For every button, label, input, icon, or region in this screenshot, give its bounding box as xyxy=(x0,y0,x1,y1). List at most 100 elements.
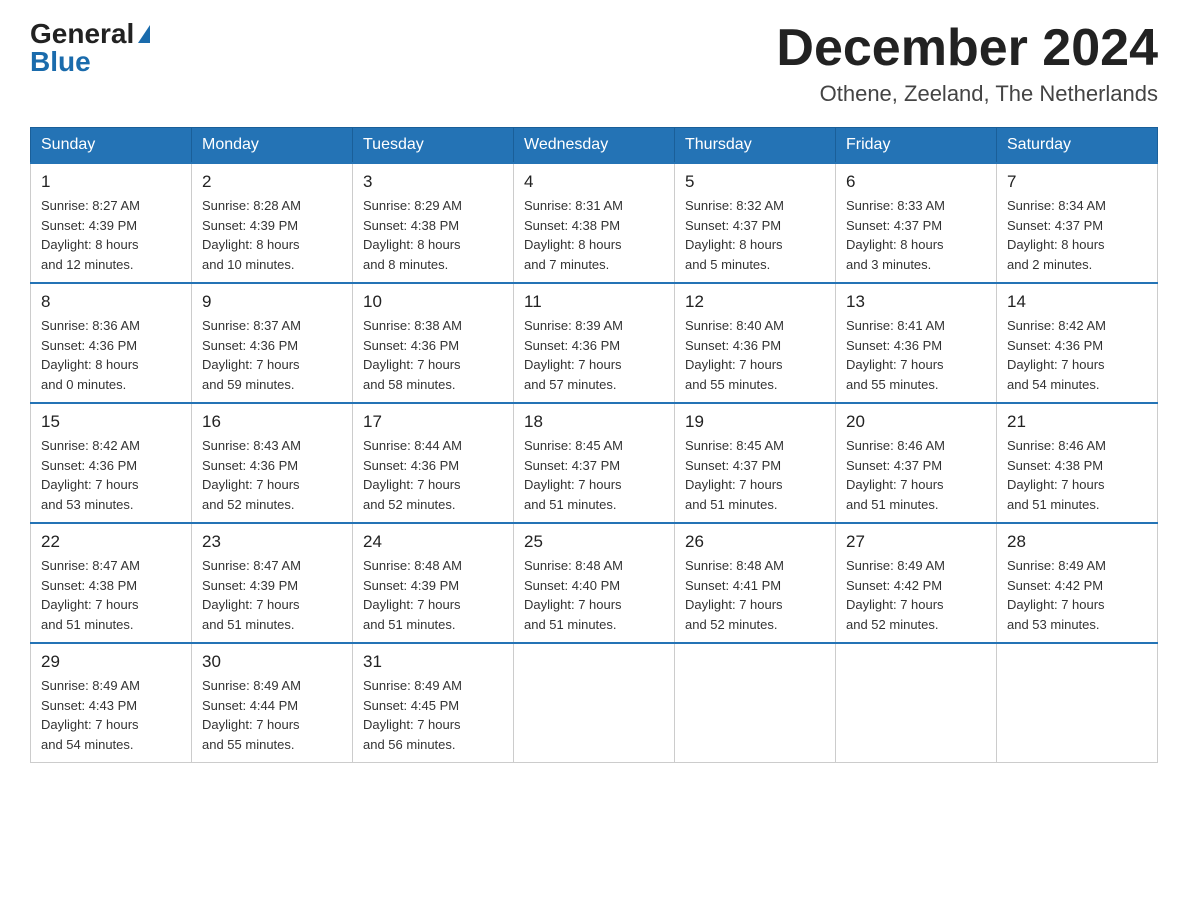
day-info: Sunrise: 8:46 AMSunset: 4:38 PMDaylight:… xyxy=(1007,436,1147,514)
calendar-cell: 3 Sunrise: 8:29 AMSunset: 4:38 PMDayligh… xyxy=(353,163,514,283)
calendar-table: SundayMondayTuesdayWednesdayThursdayFrid… xyxy=(30,127,1158,763)
day-info: Sunrise: 8:49 AMSunset: 4:44 PMDaylight:… xyxy=(202,676,342,754)
column-header-thursday: Thursday xyxy=(675,128,836,164)
day-info: Sunrise: 8:47 AMSunset: 4:39 PMDaylight:… xyxy=(202,556,342,634)
day-number: 16 xyxy=(202,412,342,432)
day-number: 15 xyxy=(41,412,181,432)
calendar-cell: 23 Sunrise: 8:47 AMSunset: 4:39 PMDaylig… xyxy=(192,523,353,643)
day-info: Sunrise: 8:39 AMSunset: 4:36 PMDaylight:… xyxy=(524,316,664,394)
calendar-title: December 2024 xyxy=(776,20,1158,77)
day-info: Sunrise: 8:38 AMSunset: 4:36 PMDaylight:… xyxy=(363,316,503,394)
week-row-4: 22 Sunrise: 8:47 AMSunset: 4:38 PMDaylig… xyxy=(31,523,1158,643)
day-info: Sunrise: 8:49 AMSunset: 4:45 PMDaylight:… xyxy=(363,676,503,754)
day-number: 8 xyxy=(41,292,181,312)
day-number: 30 xyxy=(202,652,342,672)
week-row-3: 15 Sunrise: 8:42 AMSunset: 4:36 PMDaylig… xyxy=(31,403,1158,523)
day-number: 22 xyxy=(41,532,181,552)
calendar-cell xyxy=(675,643,836,763)
calendar-cell: 30 Sunrise: 8:49 AMSunset: 4:44 PMDaylig… xyxy=(192,643,353,763)
day-number: 17 xyxy=(363,412,503,432)
calendar-cell: 22 Sunrise: 8:47 AMSunset: 4:38 PMDaylig… xyxy=(31,523,192,643)
calendar-cell: 25 Sunrise: 8:48 AMSunset: 4:40 PMDaylig… xyxy=(514,523,675,643)
day-info: Sunrise: 8:37 AMSunset: 4:36 PMDaylight:… xyxy=(202,316,342,394)
day-number: 6 xyxy=(846,172,986,192)
header-row: SundayMondayTuesdayWednesdayThursdayFrid… xyxy=(31,128,1158,164)
day-number: 12 xyxy=(685,292,825,312)
column-header-monday: Monday xyxy=(192,128,353,164)
column-header-sunday: Sunday xyxy=(31,128,192,164)
day-info: Sunrise: 8:36 AMSunset: 4:36 PMDaylight:… xyxy=(41,316,181,394)
week-row-5: 29 Sunrise: 8:49 AMSunset: 4:43 PMDaylig… xyxy=(31,643,1158,763)
day-number: 1 xyxy=(41,172,181,192)
calendar-cell: 26 Sunrise: 8:48 AMSunset: 4:41 PMDaylig… xyxy=(675,523,836,643)
day-info: Sunrise: 8:48 AMSunset: 4:40 PMDaylight:… xyxy=(524,556,664,634)
day-number: 13 xyxy=(846,292,986,312)
day-number: 14 xyxy=(1007,292,1147,312)
calendar-cell: 1 Sunrise: 8:27 AMSunset: 4:39 PMDayligh… xyxy=(31,163,192,283)
calendar-cell: 10 Sunrise: 8:38 AMSunset: 4:36 PMDaylig… xyxy=(353,283,514,403)
day-number: 7 xyxy=(1007,172,1147,192)
day-number: 9 xyxy=(202,292,342,312)
page-header: General Blue December 2024 Othene, Zeela… xyxy=(30,20,1158,107)
day-info: Sunrise: 8:45 AMSunset: 4:37 PMDaylight:… xyxy=(524,436,664,514)
calendar-cell: 14 Sunrise: 8:42 AMSunset: 4:36 PMDaylig… xyxy=(997,283,1158,403)
column-header-friday: Friday xyxy=(836,128,997,164)
day-info: Sunrise: 8:42 AMSunset: 4:36 PMDaylight:… xyxy=(41,436,181,514)
day-number: 18 xyxy=(524,412,664,432)
logo-triangle-icon xyxy=(138,25,150,43)
calendar-cell xyxy=(836,643,997,763)
calendar-cell: 31 Sunrise: 8:49 AMSunset: 4:45 PMDaylig… xyxy=(353,643,514,763)
day-number: 5 xyxy=(685,172,825,192)
column-header-saturday: Saturday xyxy=(997,128,1158,164)
day-info: Sunrise: 8:33 AMSunset: 4:37 PMDaylight:… xyxy=(846,196,986,274)
calendar-cell: 27 Sunrise: 8:49 AMSunset: 4:42 PMDaylig… xyxy=(836,523,997,643)
calendar-cell: 9 Sunrise: 8:37 AMSunset: 4:36 PMDayligh… xyxy=(192,283,353,403)
day-number: 20 xyxy=(846,412,986,432)
title-block: December 2024 Othene, Zeeland, The Nethe… xyxy=(776,20,1158,107)
day-info: Sunrise: 8:47 AMSunset: 4:38 PMDaylight:… xyxy=(41,556,181,634)
day-number: 3 xyxy=(363,172,503,192)
calendar-cell: 8 Sunrise: 8:36 AMSunset: 4:36 PMDayligh… xyxy=(31,283,192,403)
calendar-cell: 16 Sunrise: 8:43 AMSunset: 4:36 PMDaylig… xyxy=(192,403,353,523)
day-number: 29 xyxy=(41,652,181,672)
day-number: 2 xyxy=(202,172,342,192)
calendar-cell: 19 Sunrise: 8:45 AMSunset: 4:37 PMDaylig… xyxy=(675,403,836,523)
day-number: 31 xyxy=(363,652,503,672)
column-header-tuesday: Tuesday xyxy=(353,128,514,164)
calendar-cell: 17 Sunrise: 8:44 AMSunset: 4:36 PMDaylig… xyxy=(353,403,514,523)
day-number: 26 xyxy=(685,532,825,552)
day-info: Sunrise: 8:46 AMSunset: 4:37 PMDaylight:… xyxy=(846,436,986,514)
week-row-2: 8 Sunrise: 8:36 AMSunset: 4:36 PMDayligh… xyxy=(31,283,1158,403)
day-number: 24 xyxy=(363,532,503,552)
calendar-cell: 11 Sunrise: 8:39 AMSunset: 4:36 PMDaylig… xyxy=(514,283,675,403)
day-info: Sunrise: 8:29 AMSunset: 4:38 PMDaylight:… xyxy=(363,196,503,274)
day-info: Sunrise: 8:32 AMSunset: 4:37 PMDaylight:… xyxy=(685,196,825,274)
day-number: 21 xyxy=(1007,412,1147,432)
calendar-cell: 20 Sunrise: 8:46 AMSunset: 4:37 PMDaylig… xyxy=(836,403,997,523)
calendar-cell: 28 Sunrise: 8:49 AMSunset: 4:42 PMDaylig… xyxy=(997,523,1158,643)
logo-general: General xyxy=(30,20,134,48)
calendar-cell: 2 Sunrise: 8:28 AMSunset: 4:39 PMDayligh… xyxy=(192,163,353,283)
day-info: Sunrise: 8:44 AMSunset: 4:36 PMDaylight:… xyxy=(363,436,503,514)
day-number: 11 xyxy=(524,292,664,312)
day-number: 4 xyxy=(524,172,664,192)
day-number: 28 xyxy=(1007,532,1147,552)
day-info: Sunrise: 8:42 AMSunset: 4:36 PMDaylight:… xyxy=(1007,316,1147,394)
day-info: Sunrise: 8:48 AMSunset: 4:41 PMDaylight:… xyxy=(685,556,825,634)
calendar-cell: 21 Sunrise: 8:46 AMSunset: 4:38 PMDaylig… xyxy=(997,403,1158,523)
day-number: 27 xyxy=(846,532,986,552)
day-info: Sunrise: 8:31 AMSunset: 4:38 PMDaylight:… xyxy=(524,196,664,274)
calendar-cell: 7 Sunrise: 8:34 AMSunset: 4:37 PMDayligh… xyxy=(997,163,1158,283)
day-info: Sunrise: 8:49 AMSunset: 4:43 PMDaylight:… xyxy=(41,676,181,754)
day-number: 10 xyxy=(363,292,503,312)
day-info: Sunrise: 8:49 AMSunset: 4:42 PMDaylight:… xyxy=(1007,556,1147,634)
day-info: Sunrise: 8:48 AMSunset: 4:39 PMDaylight:… xyxy=(363,556,503,634)
calendar-cell: 29 Sunrise: 8:49 AMSunset: 4:43 PMDaylig… xyxy=(31,643,192,763)
calendar-cell: 15 Sunrise: 8:42 AMSunset: 4:36 PMDaylig… xyxy=(31,403,192,523)
day-number: 25 xyxy=(524,532,664,552)
calendar-cell: 5 Sunrise: 8:32 AMSunset: 4:37 PMDayligh… xyxy=(675,163,836,283)
calendar-cell xyxy=(997,643,1158,763)
day-info: Sunrise: 8:28 AMSunset: 4:39 PMDaylight:… xyxy=(202,196,342,274)
calendar-cell: 4 Sunrise: 8:31 AMSunset: 4:38 PMDayligh… xyxy=(514,163,675,283)
logo: General Blue xyxy=(30,20,150,76)
